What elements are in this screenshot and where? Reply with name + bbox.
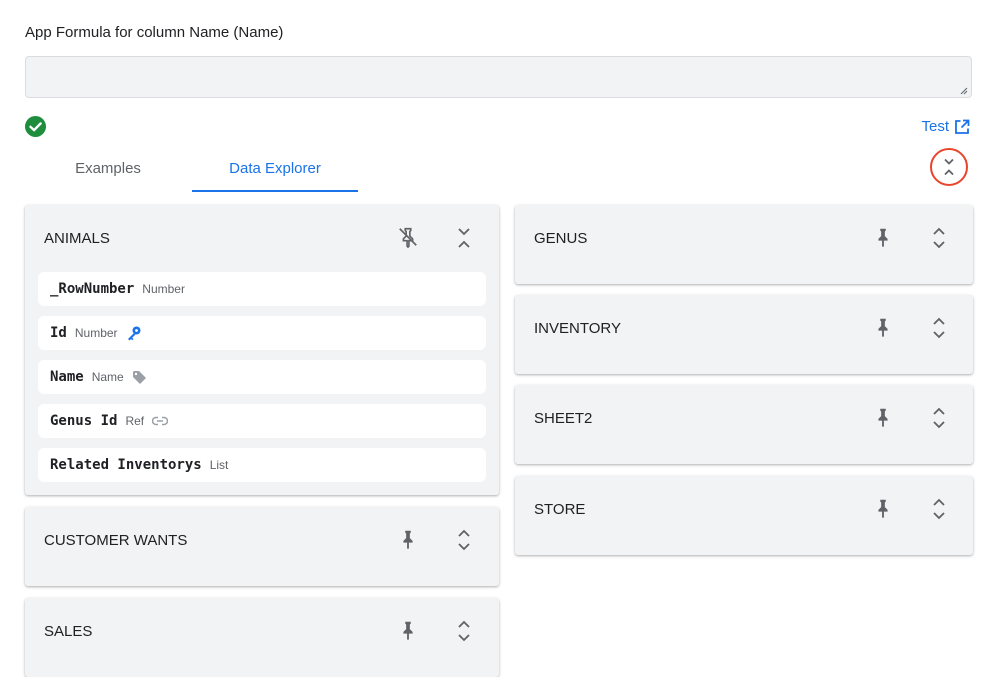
column-row[interactable]: _RowNumber Number xyxy=(38,272,486,306)
table-name: CUSTOMER WANTS xyxy=(44,532,188,549)
expand-chevron-icon[interactable] xyxy=(931,406,947,430)
tab-examples-label: Examples xyxy=(75,160,141,177)
column-name: Id xyxy=(50,325,67,341)
column-type: Number xyxy=(74,326,118,340)
pin-icon[interactable] xyxy=(397,618,419,642)
label-icon xyxy=(132,370,146,384)
key-icon xyxy=(127,326,141,341)
check-circle-icon xyxy=(25,116,46,137)
expand-chevron-icon[interactable] xyxy=(931,497,947,521)
column-name: Name xyxy=(50,369,84,385)
table-card-customer-wants: CUSTOMER WANTS xyxy=(25,507,499,586)
pin-icon[interactable] xyxy=(872,315,894,339)
column-type: List xyxy=(209,458,229,472)
table-card-store: STORE xyxy=(515,476,973,555)
collapse-all-button[interactable] xyxy=(930,148,968,186)
column-row[interactable]: Id Number xyxy=(38,316,486,350)
table-name: SHEET2 xyxy=(534,410,593,427)
unfold-less-icon xyxy=(944,158,954,176)
column-row[interactable]: Related Inventorys List xyxy=(38,448,486,482)
expand-chevron-icon[interactable] xyxy=(456,619,472,643)
tab-data-explorer[interactable]: Data Explorer xyxy=(192,154,358,192)
pin-icon[interactable] xyxy=(872,496,894,520)
pin-icon[interactable] xyxy=(872,225,894,249)
resize-handle-icon[interactable] xyxy=(960,87,968,95)
table-card-sheet2: SHEET2 xyxy=(515,385,973,464)
pin-icon[interactable] xyxy=(872,405,894,429)
open-in-new-icon xyxy=(955,119,970,134)
expand-chevron-icon[interactable] xyxy=(456,528,472,552)
expand-chevron-icon[interactable] xyxy=(931,226,947,250)
table-name: STORE xyxy=(534,501,586,518)
link-icon xyxy=(152,416,169,426)
column-type: Number xyxy=(142,282,185,296)
column-row[interactable]: Genus Id Ref xyxy=(38,404,486,438)
formula-label: App Formula for column Name (Name) xyxy=(25,24,284,41)
table-name: ANIMALS xyxy=(44,230,110,247)
expand-chevron-icon[interactable] xyxy=(931,316,947,340)
table-card-genus: GENUS xyxy=(515,205,973,284)
table-card-animals: ANIMALS _RowNumber Number Id Number Name… xyxy=(25,205,499,495)
collapse-chevron-icon[interactable] xyxy=(456,226,472,250)
tab-examples[interactable]: Examples xyxy=(25,154,191,192)
table-card-sales: SALES xyxy=(25,598,499,677)
table-name: SALES xyxy=(44,623,93,640)
table-name: INVENTORY xyxy=(534,320,621,337)
formula-input[interactable] xyxy=(25,56,972,98)
table-name: GENUS xyxy=(534,230,588,247)
column-name: Related Inventorys xyxy=(50,457,202,473)
column-type: Ref xyxy=(125,414,145,428)
column-name: _RowNumber xyxy=(50,281,135,297)
tab-data-explorer-label: Data Explorer xyxy=(229,160,321,177)
table-card-inventory: INVENTORY xyxy=(515,295,973,374)
column-name: Genus Id xyxy=(50,413,118,429)
unpin-icon[interactable] xyxy=(397,225,419,249)
column-type: Name xyxy=(91,370,124,384)
column-row[interactable]: Name Name xyxy=(38,360,486,394)
test-link[interactable]: Test xyxy=(921,118,970,135)
pin-icon[interactable] xyxy=(397,527,419,551)
test-link-label: Test xyxy=(921,118,949,135)
